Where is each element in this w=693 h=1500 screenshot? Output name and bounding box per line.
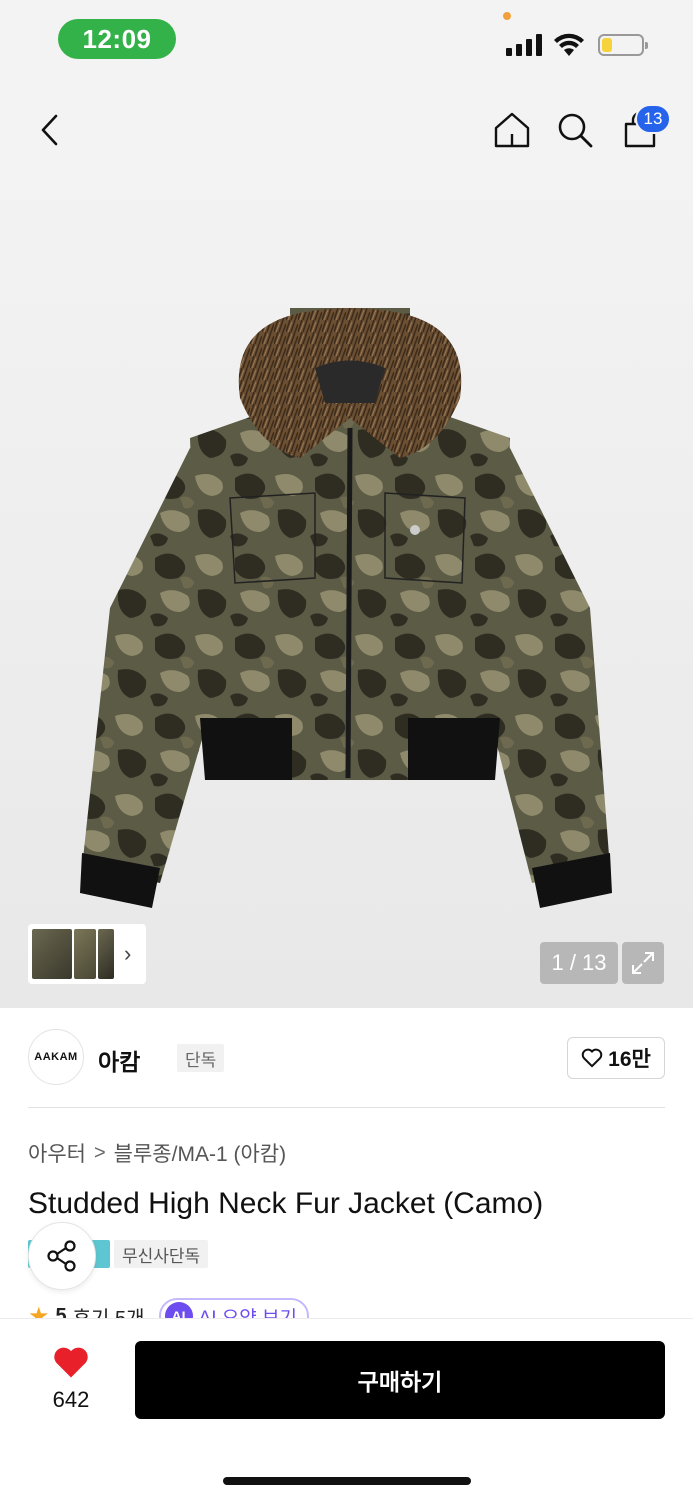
chevron-left-icon bbox=[41, 114, 58, 146]
home-indicator bbox=[223, 1477, 471, 1485]
tag-musinsa-exclusive: 무신사단독 bbox=[114, 1240, 209, 1268]
image-counter: 1 / 13 bbox=[540, 942, 618, 984]
thumbnail-back[interactable] bbox=[98, 929, 114, 979]
rating-value: 5 bbox=[55, 1304, 67, 1319]
home-icon bbox=[494, 112, 530, 148]
product-image-gallery[interactable]: › 1 / 13 bbox=[0, 180, 693, 1008]
brand-logo[interactable]: AAKAM bbox=[28, 1029, 84, 1085]
wifi-icon bbox=[553, 32, 585, 58]
breadcrumb-item-outer[interactable]: 아우터 bbox=[28, 1138, 86, 1168]
brand-name[interactable]: 아캄 bbox=[98, 1043, 140, 1077]
breadcrumb: 아우터 > 블루종/MA-1 (아캄) bbox=[28, 1138, 286, 1168]
product-title: Studded High Neck Fur Jacket (Camo) bbox=[28, 1187, 544, 1220]
top-nav-bar bbox=[0, 80, 693, 180]
battery-icon bbox=[598, 34, 648, 56]
thumbnail-chevron-right-icon: › bbox=[124, 941, 132, 966]
search-icon bbox=[558, 113, 593, 148]
status-time: 12:09 bbox=[58, 19, 176, 59]
divider bbox=[28, 1107, 665, 1108]
thumbnail-front[interactable] bbox=[32, 929, 72, 979]
brand-like-count: 16만 bbox=[608, 1048, 651, 1071]
back-button[interactable] bbox=[28, 108, 72, 152]
expand-icon bbox=[632, 952, 654, 974]
heart-outline-icon bbox=[581, 1048, 603, 1068]
home-button[interactable] bbox=[490, 108, 534, 152]
rating-row: ★ 5 후기 5개 AI AI 요약 보기 bbox=[28, 1298, 348, 1318]
cellular-signal-icon bbox=[506, 34, 544, 56]
wishlist-button[interactable]: 642 bbox=[30, 1343, 112, 1413]
brand-row: AAKAM 아캄 단독 16만 bbox=[28, 1028, 665, 1086]
star-icon: ★ bbox=[28, 1302, 50, 1319]
share-button[interactable] bbox=[28, 1222, 96, 1290]
privacy-indicator-dot bbox=[503, 12, 511, 20]
battery-level bbox=[602, 38, 612, 52]
buy-button[interactable]: 구매하기 bbox=[135, 1341, 665, 1419]
breadcrumb-separator-icon: > bbox=[93, 1141, 106, 1164]
share-icon bbox=[47, 1240, 76, 1272]
heart-filled-icon bbox=[54, 1347, 88, 1378]
ai-badge-icon: AI bbox=[164, 1302, 193, 1318]
bottom-action-bar: 642 구매하기 bbox=[0, 1318, 693, 1500]
brand-exclusive-tag: 단독 bbox=[177, 1044, 225, 1072]
thumbnail-side[interactable] bbox=[74, 929, 96, 979]
search-button[interactable] bbox=[553, 108, 597, 152]
review-count[interactable]: 후기 5개 bbox=[73, 1302, 145, 1319]
brand-like-button[interactable]: 16만 bbox=[567, 1037, 665, 1079]
status-bar: 12:09 bbox=[0, 0, 693, 80]
breadcrumb-item-category[interactable]: 블루종/MA-1 (아캄) bbox=[114, 1138, 286, 1168]
expand-image-button[interactable] bbox=[622, 942, 664, 984]
cart-count-badge: 13 bbox=[635, 104, 671, 134]
thumbnail-strip[interactable]: › bbox=[28, 924, 146, 984]
ai-summary-button[interactable]: AI AI 요약 보기 bbox=[158, 1298, 309, 1319]
product-image-jacket bbox=[80, 308, 612, 908]
ai-summary-label: AI 요약 보기 bbox=[198, 1307, 297, 1319]
wishlist-count: 642 bbox=[52, 1387, 90, 1412]
